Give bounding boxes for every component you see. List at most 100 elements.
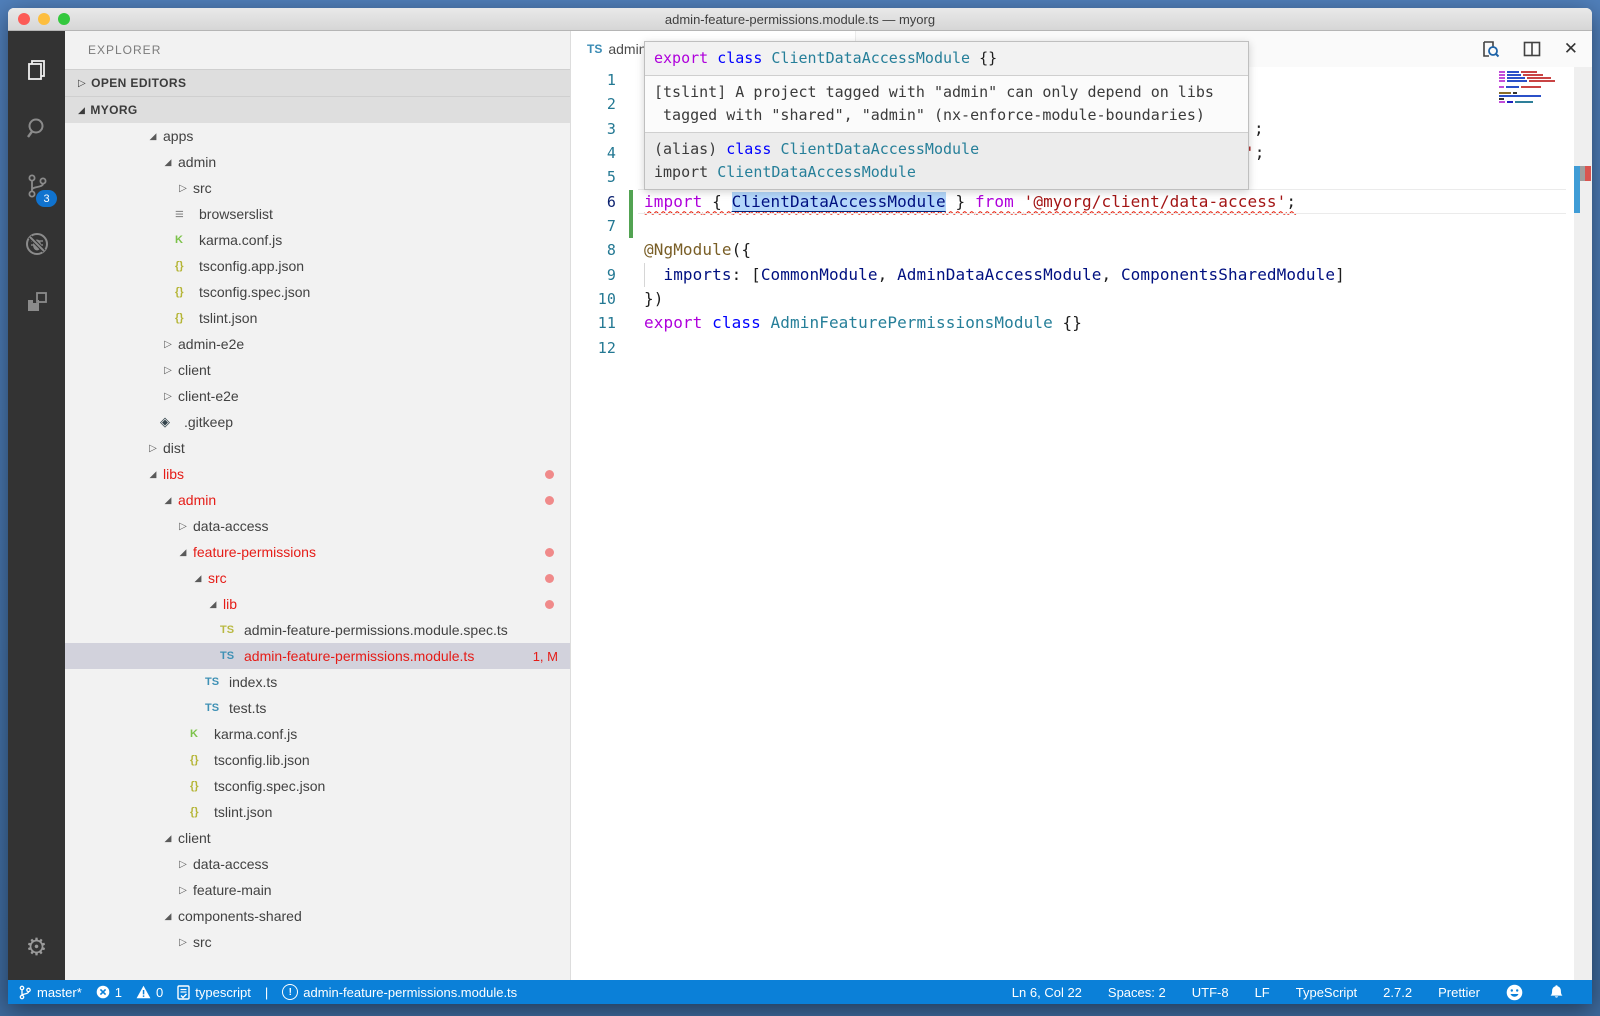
tree-item-data-access[interactable]: ▷data-access (65, 851, 570, 877)
code-token: import (654, 163, 708, 181)
status-label: 1 (115, 985, 122, 1000)
tree-item-client[interactable]: ▷client (65, 357, 570, 383)
activity-source-control[interactable]: 3 (8, 157, 65, 215)
tree-item-admin[interactable]: ◢admin (65, 487, 570, 513)
code-line-11[interactable]: 11export class AdminFeaturePermissionsMo… (571, 311, 1592, 335)
status-language-mode[interactable]: TypeScript (1296, 985, 1357, 1000)
tree-item-feature-permissions[interactable]: ◢feature-permissions (65, 539, 570, 565)
code-line-6[interactable]: 6import { ClientDataAccessModule } from … (571, 190, 1592, 214)
code-token: {} (1053, 313, 1082, 332)
tree-item-tsconfig.spec.json[interactable]: {}tsconfig.spec.json (65, 279, 570, 305)
code-token: ComponentsSharedModule (1121, 265, 1335, 284)
vscode-window: admin-feature-permissions.module.ts — my… (8, 8, 1592, 1004)
code-token: AdminDataAccessModule (897, 265, 1101, 284)
close-editor-icon[interactable]: ✕ (1564, 39, 1578, 59)
section-open-editors[interactable]: ▷ OPEN EDITORS (65, 69, 570, 96)
tree-item-src[interactable]: ◢src (65, 565, 570, 591)
activity-extensions[interactable] (8, 273, 65, 331)
section-myorg[interactable]: ◢ MYORG (65, 96, 570, 123)
status-tslint-status[interactable]: typescript (177, 985, 251, 1000)
chevron-right-icon: ▷ (175, 859, 191, 870)
code-line-8[interactable]: 8@NgModule({ (571, 238, 1592, 262)
tree-item-src[interactable]: ▷src (65, 175, 570, 201)
tree-item-test.ts[interactable]: TStest.ts (65, 695, 570, 721)
tree-item-label: index.ts (229, 674, 277, 690)
tree-item-data-access[interactable]: ▷data-access (65, 513, 570, 539)
tree-item-label: tsconfig.app.json (199, 258, 304, 274)
tree-item-tslint.json[interactable]: {}tslint.json (65, 799, 570, 825)
tree-item-admin-e2e[interactable]: ▷admin-e2e (65, 331, 570, 357)
status-error-count[interactable]: 1 (96, 985, 122, 1000)
tree-item-tsconfig.lib.json[interactable]: {}tsconfig.lib.json (65, 747, 570, 773)
tree-item-feature-main[interactable]: ▷feature-main (65, 877, 570, 903)
karma-file-icon: K (175, 234, 197, 246)
overview-ruler[interactable] (1574, 67, 1592, 980)
settings-gear-icon[interactable]: ⚙ (26, 933, 48, 962)
chevron-right-icon: ▷ (160, 339, 176, 350)
chevron-right-icon: ▷ (160, 391, 176, 402)
tree-item-karma.conf.js[interactable]: Kkarma.conf.js (65, 721, 570, 747)
typescript-test-file-icon: TS (220, 624, 242, 636)
tree-item-.gitkeep[interactable]: ◈.gitkeep (65, 409, 570, 435)
status-notifications-bell[interactable] (1549, 984, 1564, 1000)
tree-item-src[interactable]: ▷src (65, 929, 570, 955)
status-eol[interactable]: LF (1255, 985, 1270, 1000)
typescript-file-icon: TS (205, 676, 227, 688)
tree-item-label: feature-main (193, 882, 272, 898)
code-line-7[interactable]: 7 (571, 214, 1592, 238)
tree-item-admin-feature-permissions.module.spec.ts[interactable]: TSadmin-feature-permissions.module.spec.… (65, 617, 570, 643)
zoom-window-button[interactable] (58, 13, 70, 25)
tree-item-lib[interactable]: ◢lib (65, 591, 570, 617)
tree-item-components-shared[interactable]: ◢components-shared (65, 903, 570, 929)
activity-explorer[interactable] (8, 41, 65, 99)
json-file-icon: {} (175, 286, 197, 298)
tree-item-tsconfig.app.json[interactable]: {}tsconfig.app.json (65, 253, 570, 279)
status-problem-file[interactable]: !admin-feature-permissions.module.ts (282, 984, 517, 1000)
tree-item-index.ts[interactable]: TSindex.ts (65, 669, 570, 695)
status-encoding[interactable]: UTF-8 (1192, 985, 1229, 1000)
tree-item-label: admin (178, 492, 216, 508)
tree-item-libs[interactable]: ◢libs (65, 461, 570, 487)
tree-item-label: dist (163, 440, 185, 456)
tree-item-admin[interactable]: ◢admin (65, 149, 570, 175)
tree-item-karma.conf.js[interactable]: Kkarma.conf.js (65, 227, 570, 253)
tree-item-browserslist[interactable]: ≡browserslist (65, 201, 570, 227)
status-indentation[interactable]: Spaces: 2 (1108, 985, 1166, 1000)
file-tree: ◢apps◢admin▷src≡browserslistKkarma.conf.… (65, 123, 570, 980)
window-title: admin-feature-permissions.module.ts — my… (665, 12, 935, 27)
minimap[interactable] (1499, 71, 1569, 104)
status-warning-count[interactable]: 0 (136, 985, 163, 1000)
tree-item-tsconfig.spec.json[interactable]: {}tsconfig.spec.json (65, 773, 570, 799)
code-token: class (726, 140, 771, 158)
split-editor-icon[interactable] (1522, 39, 1542, 59)
status-cursor-position[interactable]: Ln 6, Col 22 (1012, 985, 1082, 1000)
open-preview-icon[interactable] (1480, 39, 1500, 59)
tree-item-apps[interactable]: ◢apps (65, 123, 570, 149)
line-number: 3 (571, 117, 616, 141)
status-git-branch-status[interactable]: master* (18, 985, 82, 1000)
status-label: LF (1255, 985, 1270, 1000)
tree-item-admin-feature-permissions.module.ts[interactable]: TSadmin-feature-permissions.module.ts1, … (65, 643, 570, 669)
code-token: class (712, 313, 761, 332)
status-prettier[interactable]: Prettier (1438, 985, 1480, 1000)
code-line-12[interactable]: 12 (571, 336, 1592, 360)
chevron-expanded-icon: ◢ (145, 131, 161, 142)
karma-file-icon: K (190, 728, 212, 740)
activity-search[interactable] (8, 99, 65, 157)
minimize-window-button[interactable] (38, 13, 50, 25)
code-editor[interactable]: 123456import { ClientDataAccessModule } … (571, 67, 1592, 980)
line-number: 7 (571, 214, 616, 238)
line-number: 11 (571, 311, 616, 335)
status-ts-version[interactable]: 2.7.2 (1383, 985, 1412, 1000)
tree-item-tslint.json[interactable]: {}tslint.json (65, 305, 570, 331)
code-line-10[interactable]: 10}) (571, 287, 1592, 311)
status-feedback-smiley[interactable] (1506, 984, 1523, 1001)
chevron-expanded-icon: ◢ (160, 911, 176, 922)
activity-debug[interactable] (8, 215, 65, 273)
title-bar[interactable]: admin-feature-permissions.module.ts — my… (8, 8, 1592, 31)
code-line-9[interactable]: 9 imports: [CommonModule, AdminDataAcces… (571, 263, 1592, 287)
tree-item-client-e2e[interactable]: ▷client-e2e (65, 383, 570, 409)
close-window-button[interactable] (18, 13, 30, 25)
tree-item-dist[interactable]: ▷dist (65, 435, 570, 461)
tree-item-client[interactable]: ◢client (65, 825, 570, 851)
